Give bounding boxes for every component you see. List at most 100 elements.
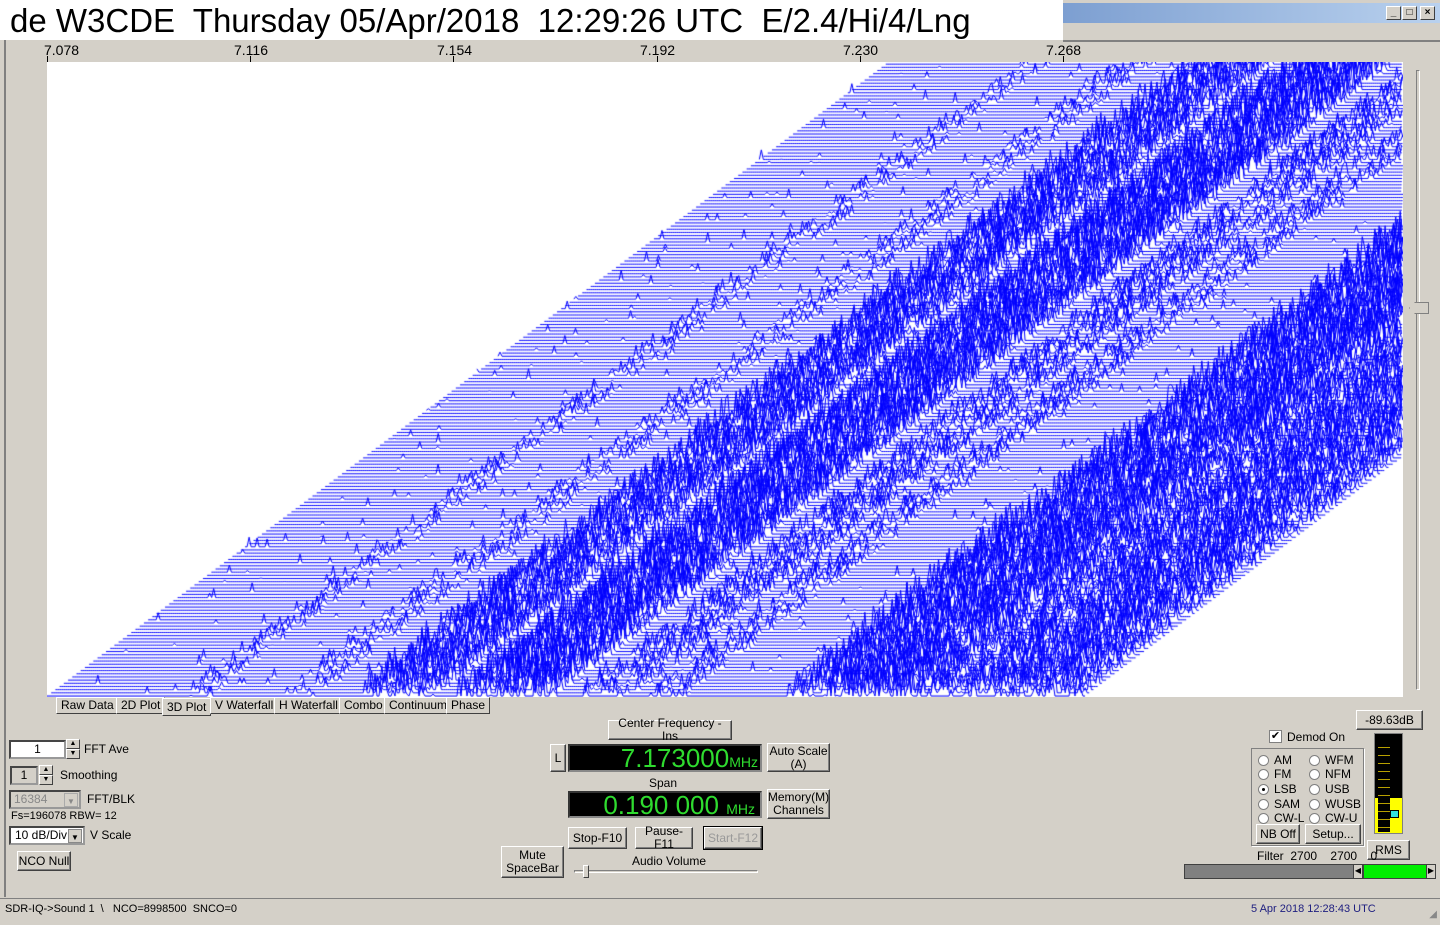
lock-l-button[interactable]: L <box>550 744 566 772</box>
mode-cw-l[interactable]: CW-L <box>1258 811 1304 825</box>
freq-unit: MHz <box>729 754 758 770</box>
reference-level-slider-thumb[interactable] <box>1409 302 1429 314</box>
mode-cw-u[interactable]: CW-U <box>1309 811 1357 825</box>
radio-icon <box>1258 769 1269 781</box>
demod-on-label: Demod On <box>1287 730 1346 744</box>
mode-fm[interactable]: FM <box>1258 767 1291 781</box>
center-frequency-display[interactable]: 7.173000MHz <box>568 744 762 772</box>
radio-icon <box>1309 784 1320 796</box>
frame-border <box>4 40 6 897</box>
mode-label: CW-L <box>1274 811 1305 825</box>
fft-ave-input[interactable]: 1 <box>9 740 66 759</box>
mute-button[interactable]: Mute SpaceBar <box>501 846 564 878</box>
radio-icon <box>1309 813 1320 825</box>
close-button[interactable]: × <box>1420 6 1435 20</box>
mode-am[interactable]: AM <box>1258 753 1292 767</box>
status-bar: SDR-IQ->Sound 1 \ NCO=8998500 SNCO=0 5 A… <box>0 898 1440 920</box>
fft-blk-value: 16384 <box>14 792 48 806</box>
radio-icon <box>1258 799 1269 811</box>
tab-combo[interactable]: Combo <box>339 697 388 714</box>
radio-icon <box>1258 813 1269 825</box>
tab-phase[interactable]: Phase <box>446 697 491 714</box>
center-frequency-button[interactable]: Center Frequency - Ins <box>608 717 732 743</box>
radio-icon <box>1309 769 1320 781</box>
radio-icon <box>1309 755 1320 767</box>
audio-volume-slider[interactable] <box>574 870 758 873</box>
nb-off-button[interactable]: NB Off <box>1256 824 1300 844</box>
radio-icon <box>1258 755 1269 767</box>
demod-mode-group: AM FM LSB SAM CW-L WFM NFM USB WUSB CW-U… <box>1251 748 1364 846</box>
frame-border <box>1063 40 1440 42</box>
3d-spectrum-plot[interactable] <box>47 62 1403 697</box>
maximize-button[interactable]: □ <box>1402 6 1417 20</box>
audio-volume-thumb[interactable] <box>583 865 589 878</box>
tab-v-waterfall[interactable]: V Waterfall <box>210 697 279 714</box>
filter-label: Filter <box>1257 849 1284 863</box>
center-frequency-value: 7.173000 <box>620 743 730 773</box>
fft-ave-label: FFT Ave <box>84 742 129 756</box>
start-button[interactable]: Start-F12 <box>703 826 763 850</box>
stop-button[interactable]: Stop-F10 <box>568 827 627 849</box>
filter-readout: Filter 2700 2700 0 <box>1257 849 1377 863</box>
mode-label: WFM <box>1325 753 1354 767</box>
memory-channels-button[interactable]: Memory(M) Channels <box>767 789 830 819</box>
signal-meter <box>1374 733 1403 834</box>
filter-high: 2700 <box>1330 849 1358 863</box>
chevron-down-icon: ▼ <box>68 829 82 843</box>
span-unit: MHz <box>726 801 755 817</box>
window-title-bar[interactable]: _ □ × <box>1063 3 1440 23</box>
tab-3d-plot[interactable]: 3D Plot <box>162 698 212 716</box>
nco-null-button[interactable]: NCO Null <box>17 851 71 871</box>
mode-wfm[interactable]: WFM <box>1309 753 1354 767</box>
smoothing-down-button[interactable]: ▼ <box>39 775 53 785</box>
mode-label: SAM <box>1274 797 1301 811</box>
signal-level-readout[interactable]: -89.63dB <box>1356 710 1423 730</box>
demod-on-checkbox[interactable]: ✔ <box>1269 730 1282 743</box>
smoothing-up-button[interactable]: ▲ <box>39 765 53 775</box>
setup-button[interactable]: Setup... <box>1305 824 1361 844</box>
tab-h-waterfall[interactable]: H Waterfall <box>274 697 343 714</box>
pause-button[interactable]: Pause-F11 <box>635 825 693 851</box>
mode-label: LSB <box>1274 782 1297 796</box>
mode-wusb[interactable]: WUSB <box>1309 797 1361 811</box>
fft-blk-label: FFT/BLK <box>87 792 136 806</box>
mode-usb[interactable]: USB <box>1309 782 1350 796</box>
freq-tick-label: 7.154 <box>437 42 473 58</box>
tab-raw-data[interactable]: Raw Data <box>56 697 119 714</box>
mode-sam[interactable]: SAM <box>1258 797 1300 811</box>
audio-volume-label: Audio Volume <box>632 854 707 868</box>
fft-blk-select[interactable]: 16384 ▼ <box>9 790 81 809</box>
mode-label: USB <box>1325 782 1350 796</box>
fs-rbw-readout: Fs=196078 RBW= 12 <box>11 810 117 822</box>
status-left: SDR-IQ->Sound 1 \ NCO=8998500 SNCO=0 <box>5 903 238 915</box>
freq-tick-label: 7.116 <box>234 42 268 58</box>
smoothing-label: Smoothing <box>60 768 118 782</box>
reference-level-slider-track[interactable] <box>1416 70 1420 690</box>
resize-grip-icon[interactable]: ◢ <box>1429 905 1437 925</box>
mode-label: AM <box>1274 753 1292 767</box>
vscale-select[interactable]: 10 dB/Div ▼ <box>9 826 85 845</box>
smoothing-input[interactable]: 1 <box>10 766 38 785</box>
chevron-down-icon: ▼ <box>64 793 78 807</box>
scroll-left-icon[interactable]: ◀ <box>1353 864 1363 879</box>
filter-low-bar[interactable] <box>1184 864 1354 879</box>
tab-continuum[interactable]: Continuum <box>384 697 453 714</box>
minimize-button[interactable]: _ <box>1386 6 1401 20</box>
filter-low: 2700 <box>1290 849 1318 863</box>
fft-ave-up-button[interactable]: ▲ <box>66 739 80 749</box>
mode-label: CW-U <box>1325 811 1358 825</box>
auto-scale-button[interactable]: Auto Scale (A) <box>767 743 830 772</box>
mode-nfm[interactable]: NFM <box>1309 767 1351 781</box>
mode-lsb[interactable]: LSB <box>1258 782 1297 796</box>
scroll-right-icon[interactable]: ▶ <box>1426 864 1436 879</box>
vscale-label: V Scale <box>90 828 132 842</box>
tab-2d-plot[interactable]: 2D Plot <box>116 697 166 714</box>
span-label: Span <box>649 776 678 790</box>
span-display[interactable]: 0.190 000 MHz <box>568 791 762 818</box>
radio-icon <box>1309 799 1320 811</box>
meter-marker <box>1390 810 1399 818</box>
vscale-value: 10 dB/Div <box>15 828 68 842</box>
filter-high-bar[interactable] <box>1363 864 1427 879</box>
span-value: 0.190 000 <box>603 790 719 820</box>
fft-ave-down-button[interactable]: ▼ <box>66 749 80 759</box>
